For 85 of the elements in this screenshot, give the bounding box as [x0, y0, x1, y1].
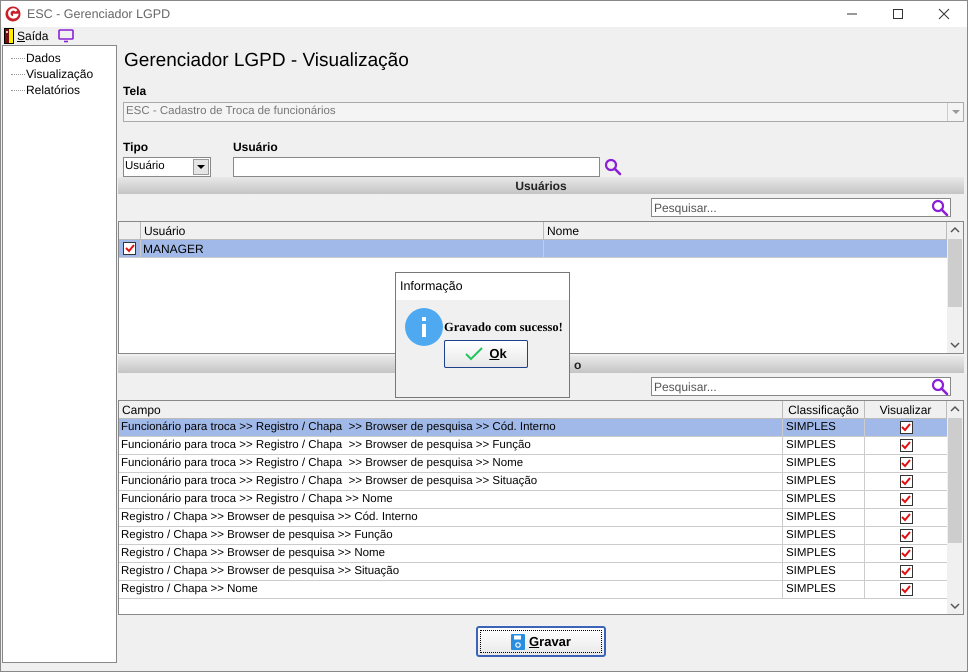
ok-button[interactable]: Ok	[444, 340, 528, 368]
type-dropdown[interactable]: Usuário	[123, 157, 211, 177]
window-title: ESC - Gerenciador LGPD	[27, 6, 170, 23]
search-input[interactable]: Pesquisar...	[652, 378, 931, 395]
dropdown-arrow-icon	[947, 103, 963, 121]
search-field[interactable]: Pesquisar...	[651, 198, 951, 217]
app-logo-icon	[5, 6, 21, 22]
user-input-field[interactable]	[233, 157, 600, 177]
table-cell: SIMPLES	[783, 581, 865, 598]
checkbox[interactable]	[900, 439, 912, 452]
vertical-scrollbar[interactable]	[947, 222, 963, 353]
checkbox[interactable]	[900, 547, 912, 560]
tree-item[interactable]: Relatórios	[26, 81, 80, 99]
table-cell: SIMPLES	[783, 455, 865, 472]
page-heading: Gerenciador LGPD - Visualização	[124, 49, 410, 73]
column-header: Nome	[544, 222, 947, 240]
checkbox[interactable]	[900, 565, 912, 578]
table-cell: Funcionário para troca >> Registro / Chapa >> Browser de pesquisa >> Nome	[119, 455, 783, 472]
info-icon	[405, 308, 443, 346]
tree-item[interactable]: Visualização	[26, 65, 94, 83]
table-row[interactable]: Funcionário para troca >> Registro / Chapa >> Nome SIMPLES	[119, 491, 947, 509]
table-cell: SIMPLES	[783, 437, 865, 454]
checkbox[interactable]	[900, 493, 912, 506]
table-row[interactable]: Registro / Chapa >> Browser de pesquisa >> Situação SIMPLES	[119, 563, 947, 581]
checkmark-icon	[465, 347, 484, 361]
table-cell: Registro / Chapa >> Browser de pesquisa >> Nome	[119, 545, 783, 562]
checkbox[interactable]	[900, 421, 912, 434]
table-cell: Funcionário para troca >> Registro / Chapa >> Browser de pesquisa >> Situação	[119, 473, 783, 490]
column-header: Visualizar	[865, 401, 947, 419]
checkbox[interactable]	[900, 457, 912, 470]
table-row[interactable]: MANAGER	[119, 240, 947, 258]
scrollbar-thumb[interactable]	[948, 418, 962, 544]
maximize-icon	[892, 8, 904, 20]
search-icon	[931, 198, 949, 216]
table-cell: Registro / Chapa >> Browser de pesquisa >> Cód. Interno	[119, 509, 783, 526]
column-header	[119, 222, 141, 240]
table-cell: SIMPLES	[783, 491, 865, 508]
dropdown-value: ESC - Cadastro de Troca de funcionários	[125, 104, 337, 120]
table-cell: MANAGER	[141, 240, 544, 257]
table-row[interactable]: Funcionário para troca >> Registro / Chapa >> Browser de pesquisa >> Função SIMPLES	[119, 437, 947, 455]
checkbox[interactable]	[900, 529, 912, 542]
table-row[interactable]: Registro / Chapa >> Browser de pesquisa >> Cód. Interno SIMPLES	[119, 509, 947, 527]
table-row[interactable]: Registro / Chapa >> Browser de pesquisa >> Função SIMPLES	[119, 527, 947, 545]
field-label: Usuário	[233, 139, 279, 156]
save-button[interactable]: Gravar	[476, 626, 606, 657]
field-label: Tipo	[123, 139, 150, 156]
table-cell: Funcionário para troca >> Registro / Chapa >> Nome	[119, 491, 783, 508]
table-cell: SIMPLES	[783, 509, 865, 526]
checkbox[interactable]	[900, 511, 912, 524]
table-row[interactable]: Funcionário para troca >> Registro / Chapa >> Browser de pesquisa >> Situação SIMPLES	[119, 473, 947, 491]
vertical-scrollbar[interactable]	[947, 401, 963, 614]
table-cell: SIMPLES	[783, 545, 865, 562]
table-cell: SIMPLES	[783, 563, 865, 580]
checkbox[interactable]	[900, 475, 912, 488]
exit-menu-item[interactable]: Saída	[4, 27, 48, 45]
scrollbar-thumb[interactable]	[948, 239, 962, 307]
section-title: Usuários	[515, 178, 567, 194]
checkbox[interactable]	[900, 583, 912, 596]
table-row[interactable]: Funcionário para troca >> Registro / Chapa >> Browser de pesquisa >> Cód. Interno SIMPLES	[119, 419, 947, 437]
dialog-message: Gravado com sucesso!	[444, 318, 563, 336]
table-cell: SIMPLES	[783, 473, 865, 490]
column-header: Usuário	[141, 222, 544, 240]
table-row[interactable]: Registro / Chapa >> Browser de pesquisa >> Nome SIMPLES	[119, 545, 947, 563]
tree-item[interactable]: Dados	[26, 49, 61, 67]
table-cell: Registro / Chapa >> Browser de pesquisa >> Situação	[119, 563, 783, 580]
table-cell: Funcionário para troca >> Registro / Chapa >> Browser de pesquisa >> Função	[119, 437, 783, 454]
table-cell: SIMPLES	[783, 527, 865, 544]
section-title: o	[574, 356, 582, 374]
checkbox[interactable]	[123, 242, 136, 255]
table-cell: Registro / Chapa >> Nome	[119, 581, 783, 598]
table-cell: Registro / Chapa >> Browser de pesquisa >> Função	[119, 527, 783, 544]
column-header: Classificação	[783, 401, 865, 419]
table-row[interactable]: Funcionário para troca >> Registro / Chapa >> Browser de pesquisa >> Nome SIMPLES	[119, 455, 947, 473]
table-cell: SIMPLES	[783, 419, 865, 436]
search-button[interactable]	[604, 158, 622, 176]
monitor-button[interactable]	[58, 29, 74, 43]
search-icon	[931, 378, 949, 396]
dialog-title: Informação	[396, 273, 569, 300]
close-icon	[938, 8, 950, 20]
table-row[interactable]: Registro / Chapa >> Nome SIMPLES	[119, 581, 947, 599]
table-cell: Funcionário para troca >> Registro / Chapa >> Browser de pesquisa >> Cód. Interno	[119, 419, 783, 436]
column-header: Campo	[119, 401, 783, 419]
field-label: Tela	[123, 83, 148, 100]
search-field[interactable]: Pesquisar...	[651, 377, 951, 396]
search-input[interactable]: Pesquisar...	[652, 199, 931, 216]
